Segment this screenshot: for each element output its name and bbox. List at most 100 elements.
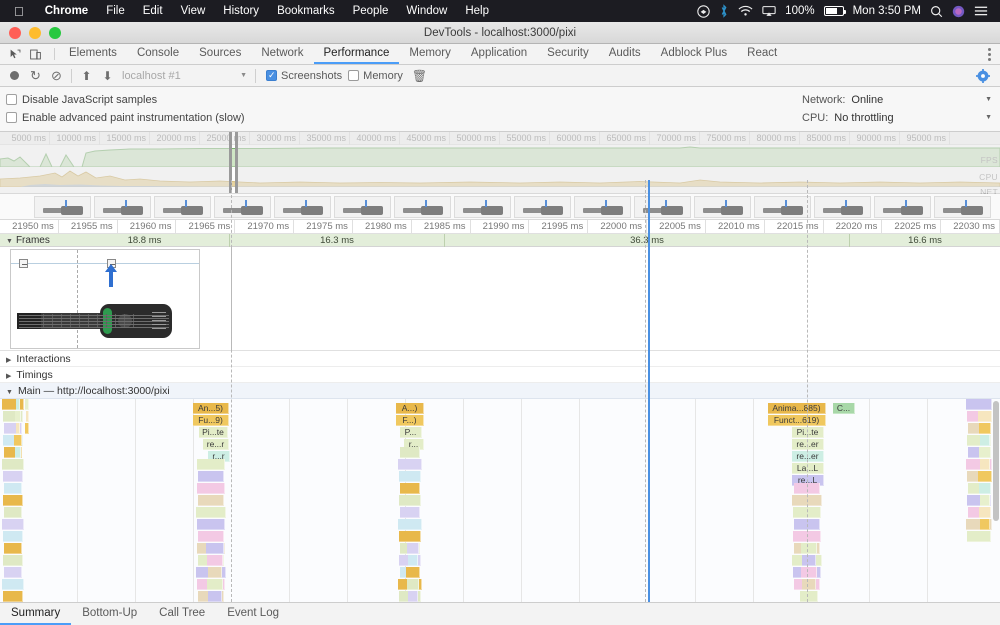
tab-application[interactable]: Application <box>461 44 537 64</box>
bluetooth-icon[interactable] <box>719 4 729 18</box>
notification-center-icon[interactable] <box>974 5 988 17</box>
filmstrip-thumbnail[interactable] <box>154 196 211 218</box>
frame-duration-1[interactable]: 18.8 ms <box>60 234 230 247</box>
tab-sources[interactable]: Sources <box>189 44 251 64</box>
flame-block[interactable] <box>400 483 420 494</box>
flame-block[interactable] <box>966 399 992 410</box>
page-screenshot[interactable] <box>10 249 200 349</box>
flame-block[interactable] <box>2 459 24 470</box>
drawer-tab-event-log[interactable]: Event Log <box>216 603 290 625</box>
menu-item-people[interactable]: People <box>344 5 398 17</box>
capture-settings-gear-icon[interactable] <box>976 68 990 83</box>
flame-block[interactable] <box>978 471 992 482</box>
flame-block[interactable] <box>16 399 20 410</box>
filmstrip-thumbnail[interactable] <box>394 196 451 218</box>
flame-block[interactable]: Pi...te <box>199 427 228 438</box>
filmstrip-thumbnail[interactable] <box>874 196 931 218</box>
filmstrip-thumbnail[interactable] <box>274 196 331 218</box>
filmstrip-thumbnail[interactable] <box>934 196 991 218</box>
flame-block[interactable] <box>14 411 22 422</box>
flame-block[interactable]: Funct...619) <box>768 415 826 426</box>
flame-block[interactable] <box>979 423 991 434</box>
apple-icon[interactable]:  <box>14 5 24 18</box>
record-icon[interactable] <box>4 67 25 85</box>
wifi-icon[interactable] <box>738 5 753 17</box>
save-profile-icon[interactable]: ⬇ <box>97 67 118 85</box>
filmstrip-thumbnail[interactable] <box>634 196 691 218</box>
tab-adblock-plus[interactable]: Adblock Plus <box>651 44 737 64</box>
flame-block[interactable] <box>800 567 818 578</box>
flame-block[interactable] <box>967 531 991 542</box>
flame-block[interactable]: C... <box>833 403 855 414</box>
menu-item-edit[interactable]: Edit <box>134 5 172 17</box>
filmstrip-thumbnail[interactable] <box>694 196 751 218</box>
track-group-timings[interactable]: ▶ Timings <box>0 367 1000 383</box>
menu-item-file[interactable]: File <box>97 5 134 17</box>
filmstrip-strip[interactable] <box>0 194 1000 220</box>
frame-duration-2[interactable]: 16.3 ms <box>230 234 445 247</box>
flame-block[interactable] <box>399 447 421 458</box>
inspect-element-icon[interactable] <box>5 46 25 62</box>
flame-block[interactable] <box>2 495 24 506</box>
flame-block[interactable] <box>197 495 225 506</box>
drawer-tab-summary[interactable]: Summary <box>0 603 72 625</box>
search-icon[interactable] <box>930 5 943 18</box>
collect-garbage-icon[interactable]: 🗑 <box>412 69 427 83</box>
frames-track-label[interactable]: ▼ Frames <box>6 234 50 248</box>
flame-block[interactable] <box>398 459 422 470</box>
flame-block[interactable] <box>407 555 419 566</box>
flame-block[interactable] <box>15 447 21 458</box>
flame-vertical-scrollbar[interactable] <box>993 401 999 521</box>
menu-item-help[interactable]: Help <box>456 5 498 17</box>
battery-icon[interactable] <box>823 6 846 16</box>
main-flame-chart[interactable]: An...5) Fu...9) Pi...te re...r r...r A...) F..… <box>0 399 1000 625</box>
flame-block[interactable] <box>978 447 992 458</box>
disable-js-samples-checkbox[interactable]: Disable JavaScript samples <box>6 94 157 106</box>
reload-and-record-icon[interactable]: ↻ <box>25 67 46 85</box>
flame-block[interactable] <box>4 543 22 554</box>
tab-memory[interactable]: Memory <box>399 44 461 64</box>
flame-block[interactable] <box>979 459 991 470</box>
siri-icon[interactable] <box>952 5 965 18</box>
track-group-main[interactable]: ▼ Main — http://localhost:3000/pixi <box>0 383 1000 399</box>
flame-block[interactable] <box>3 531 23 542</box>
timeline-playhead[interactable] <box>648 180 650 602</box>
flame-block[interactable] <box>979 483 991 494</box>
flame-block[interactable] <box>2 519 24 530</box>
filmstrip-thumbnail[interactable] <box>334 196 391 218</box>
flame-block[interactable] <box>207 591 223 602</box>
flame-block[interactable] <box>399 471 421 482</box>
tab-console[interactable]: Console <box>127 44 189 64</box>
flame-block[interactable] <box>406 567 420 578</box>
frames-track[interactable]: ▼ Frames 18.8 ms 16.3 ms 36.3 ms 16.6 ms <box>0 234 1000 247</box>
flame-block[interactable]: Anima...885) <box>768 403 826 414</box>
advanced-paint-checkbox[interactable]: Enable advanced paint instrumentation (s… <box>6 112 245 124</box>
flame-block[interactable] <box>978 411 992 422</box>
filmstrip-thumbnail[interactable] <box>574 196 631 218</box>
filmstrip-thumbnail[interactable] <box>814 196 871 218</box>
flame-block[interactable] <box>399 531 421 542</box>
menu-item-history[interactable]: History <box>214 5 268 17</box>
more-options-icon[interactable] <box>979 47 1000 61</box>
flame-block[interactable] <box>978 507 992 518</box>
flame-block[interactable] <box>24 423 30 434</box>
flame-block[interactable] <box>206 543 224 554</box>
track-group-interactions[interactable]: ▶ Interactions <box>0 351 1000 367</box>
flame-block[interactable] <box>4 483 22 494</box>
flame-block[interactable] <box>198 471 224 482</box>
flame-block[interactable]: P... <box>400 427 422 438</box>
flame-block[interactable] <box>398 519 422 530</box>
dropbox-icon[interactable] <box>697 4 710 18</box>
flame-block[interactable] <box>398 495 422 506</box>
tab-performance[interactable]: Performance <box>313 44 400 64</box>
menu-item-chrome[interactable]: Chrome <box>36 5 97 17</box>
memory-checkbox[interactable]: Memory <box>348 70 403 82</box>
flame-block[interactable] <box>980 435 990 446</box>
flame-block[interactable] <box>197 519 225 530</box>
flame-block[interactable] <box>3 471 23 482</box>
drawer-tab-bottom-up[interactable]: Bottom-Up <box>71 603 148 625</box>
flame-block[interactable]: F...) <box>396 415 424 426</box>
flame-block[interactable]: An...5) <box>193 403 229 414</box>
frame-duration-4[interactable]: 16.6 ms <box>850 234 1000 247</box>
device-toolbar-icon[interactable] <box>25 46 45 62</box>
